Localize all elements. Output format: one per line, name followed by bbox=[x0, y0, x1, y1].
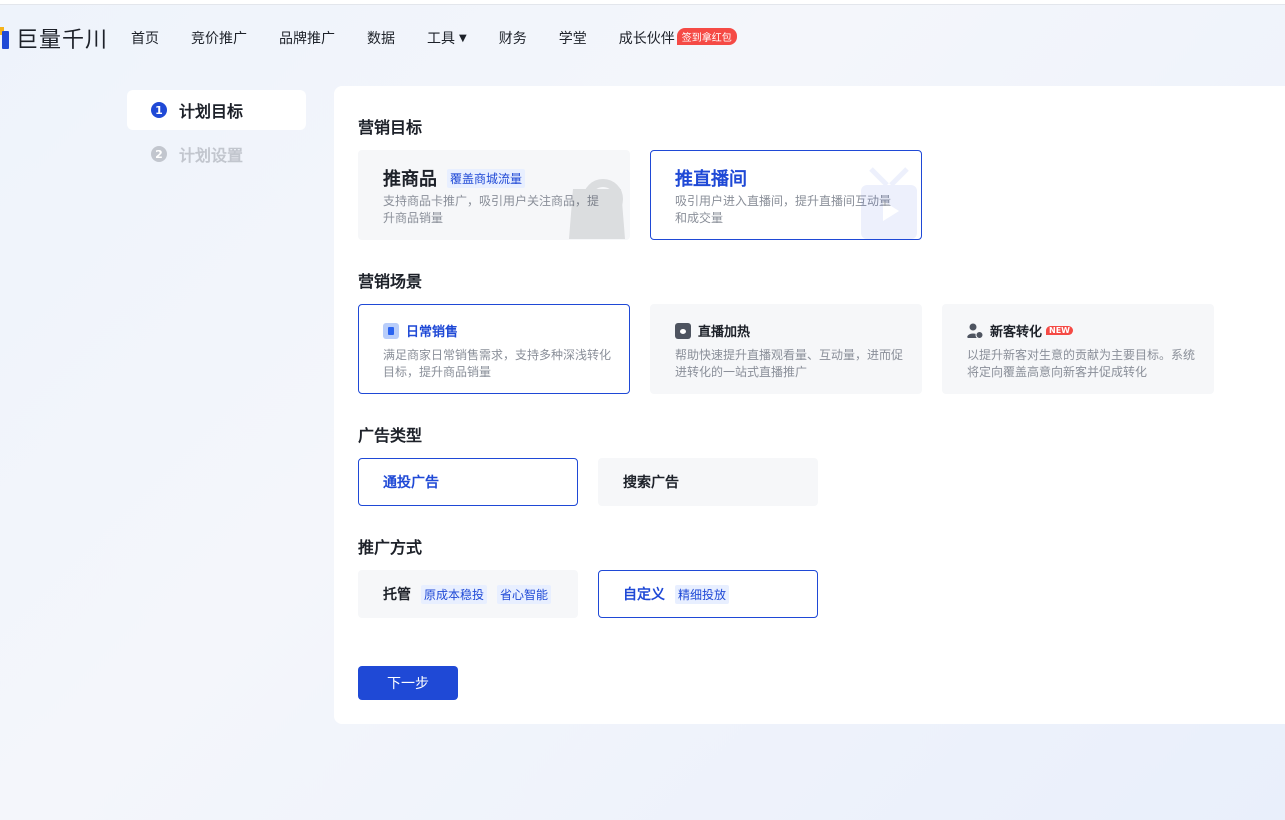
step-plan-goal[interactable]: 1 计划目标 bbox=[127, 90, 306, 130]
promo-method-label: 托管 bbox=[383, 587, 411, 603]
scene-card-title-text: 直播加热 bbox=[698, 325, 751, 340]
logo-mark-icon bbox=[0, 27, 10, 49]
goal-card-title: 推商品 覆盖商城流量 bbox=[383, 165, 526, 191]
nav-item-brand[interactable]: 品牌推广 bbox=[279, 28, 335, 48]
goal-card-product[interactable]: 推商品 覆盖商城流量 支持商品卡推广，吸引用户关注商品，提升商品销量 bbox=[358, 150, 630, 240]
logo-text: 巨量千川 bbox=[16, 28, 109, 53]
step-label: 计划设置 bbox=[179, 146, 244, 165]
promo-method-label: 自定义 bbox=[623, 587, 665, 603]
step-label: 计划目标 bbox=[179, 102, 244, 121]
scene-card-title: 新客转化 NEW bbox=[967, 321, 1073, 340]
section-title-marketing-scene: 营销场景 bbox=[358, 272, 423, 291]
ad-type-search[interactable]: 搜索广告 bbox=[598, 458, 818, 506]
nav-item-data[interactable]: 数据 bbox=[367, 28, 395, 48]
goal-card-title: 推直播间 bbox=[675, 165, 747, 191]
shopping-bag-icon bbox=[569, 179, 625, 239]
live-heat-icon bbox=[675, 322, 691, 339]
sales-icon bbox=[383, 322, 399, 339]
nav-item-growth-label: 成长伙伴 bbox=[618, 31, 675, 47]
nav-item-tools-label: 工具 bbox=[427, 31, 455, 47]
live-tv-icon bbox=[861, 167, 917, 239]
step-list: 1 计划目标 2 计划设置 bbox=[127, 90, 306, 174]
top-header: 巨量千川 首页 竞价推广 品牌推广 数据 工具 ▼ 财务 学堂 成长伙伴 签到拿… bbox=[0, 6, 1285, 70]
main-nav: 首页 竞价推广 品牌推广 数据 工具 ▼ 财务 学堂 成长伙伴 签到拿红包 bbox=[131, 27, 769, 48]
caret-down-icon: ▼ bbox=[459, 32, 467, 44]
browser-top-strip bbox=[0, 0, 1285, 5]
ad-type-label: 搜索广告 bbox=[623, 475, 679, 491]
nav-item-finance[interactable]: 财务 bbox=[499, 28, 527, 48]
brand-logo[interactable]: 巨量千川 bbox=[0, 26, 108, 53]
new-badge: NEW bbox=[1046, 326, 1073, 335]
promo-method-tag: 省心智能 bbox=[497, 584, 552, 604]
scene-card-live-heat[interactable]: 直播加热 帮助快速提升直播观看量、互动量，进而促进转化的一站式直播推广 bbox=[650, 304, 922, 394]
scene-card-daily-sales[interactable]: 日常销售 满足商家日常销售需求，支持多种深浅转化目标，提升商品销量 bbox=[358, 304, 630, 394]
next-step-button[interactable]: 下一步 bbox=[358, 666, 458, 700]
goal-card-title-text: 推商品 bbox=[383, 169, 437, 190]
ad-type-label: 通投广告 bbox=[383, 475, 439, 491]
step-number-badge: 2 bbox=[151, 146, 167, 162]
scene-card-new-customer[interactable]: 新客转化 NEW 以提升新客对生意的贡献为主要目标。系统将定向覆盖高意向新客并促… bbox=[942, 304, 1214, 394]
promo-method-custom[interactable]: 自定义 精细投放 bbox=[598, 570, 818, 618]
promo-method-tag: 原成本稳投 bbox=[421, 584, 488, 604]
new-customer-icon bbox=[967, 323, 983, 339]
nav-item-growth[interactable]: 成长伙伴 签到拿红包 bbox=[618, 27, 737, 48]
promo-method-managed[interactable]: 托管 原成本稳投 省心智能 bbox=[358, 570, 578, 618]
nav-item-academy[interactable]: 学堂 bbox=[559, 28, 587, 48]
scene-card-title-text: 日常销售 bbox=[406, 325, 459, 340]
nav-item-bidding[interactable]: 竞价推广 bbox=[191, 28, 247, 48]
goal-card-title-text: 推直播间 bbox=[675, 169, 747, 190]
section-title-promo-method: 推广方式 bbox=[358, 538, 423, 557]
section-title-marketing-goal: 营销目标 bbox=[358, 118, 423, 137]
scene-card-desc: 满足商家日常销售需求，支持多种深浅转化目标，提升商品销量 bbox=[383, 348, 612, 379]
scene-card-title-text: 新客转化 bbox=[990, 325, 1043, 340]
goal-card-live-room[interactable]: 推直播间 吸引用户进入直播间，提升直播间互动量和成交量 bbox=[650, 150, 922, 240]
scene-card-desc: 以提升新客对生意的贡献为主要目标。系统将定向覆盖高意向新客并促成转化 bbox=[967, 348, 1196, 379]
promo-method-tag: 精细投放 bbox=[675, 584, 730, 604]
step-number-badge: 1 bbox=[151, 102, 167, 118]
nav-item-home[interactable]: 首页 bbox=[131, 28, 159, 48]
scene-card-title: 直播加热 bbox=[675, 321, 750, 340]
step-plan-settings[interactable]: 2 计划设置 bbox=[127, 134, 306, 174]
section-title-ad-type: 广告类型 bbox=[358, 426, 423, 445]
main-panel: 营销目标 推商品 覆盖商城流量 支持商品卡推广，吸引用户关注商品，提升商品销量 … bbox=[334, 86, 1285, 724]
scene-card-desc: 帮助快速提升直播观看量、互动量，进而促进转化的一站式直播推广 bbox=[675, 348, 904, 379]
growth-badge: 签到拿红包 bbox=[676, 27, 737, 45]
goal-card-tag: 覆盖商城流量 bbox=[447, 168, 526, 188]
scene-card-title: 日常销售 bbox=[383, 321, 458, 340]
ad-type-general[interactable]: 通投广告 bbox=[358, 458, 578, 506]
nav-item-tools[interactable]: 工具 ▼ bbox=[427, 28, 467, 48]
